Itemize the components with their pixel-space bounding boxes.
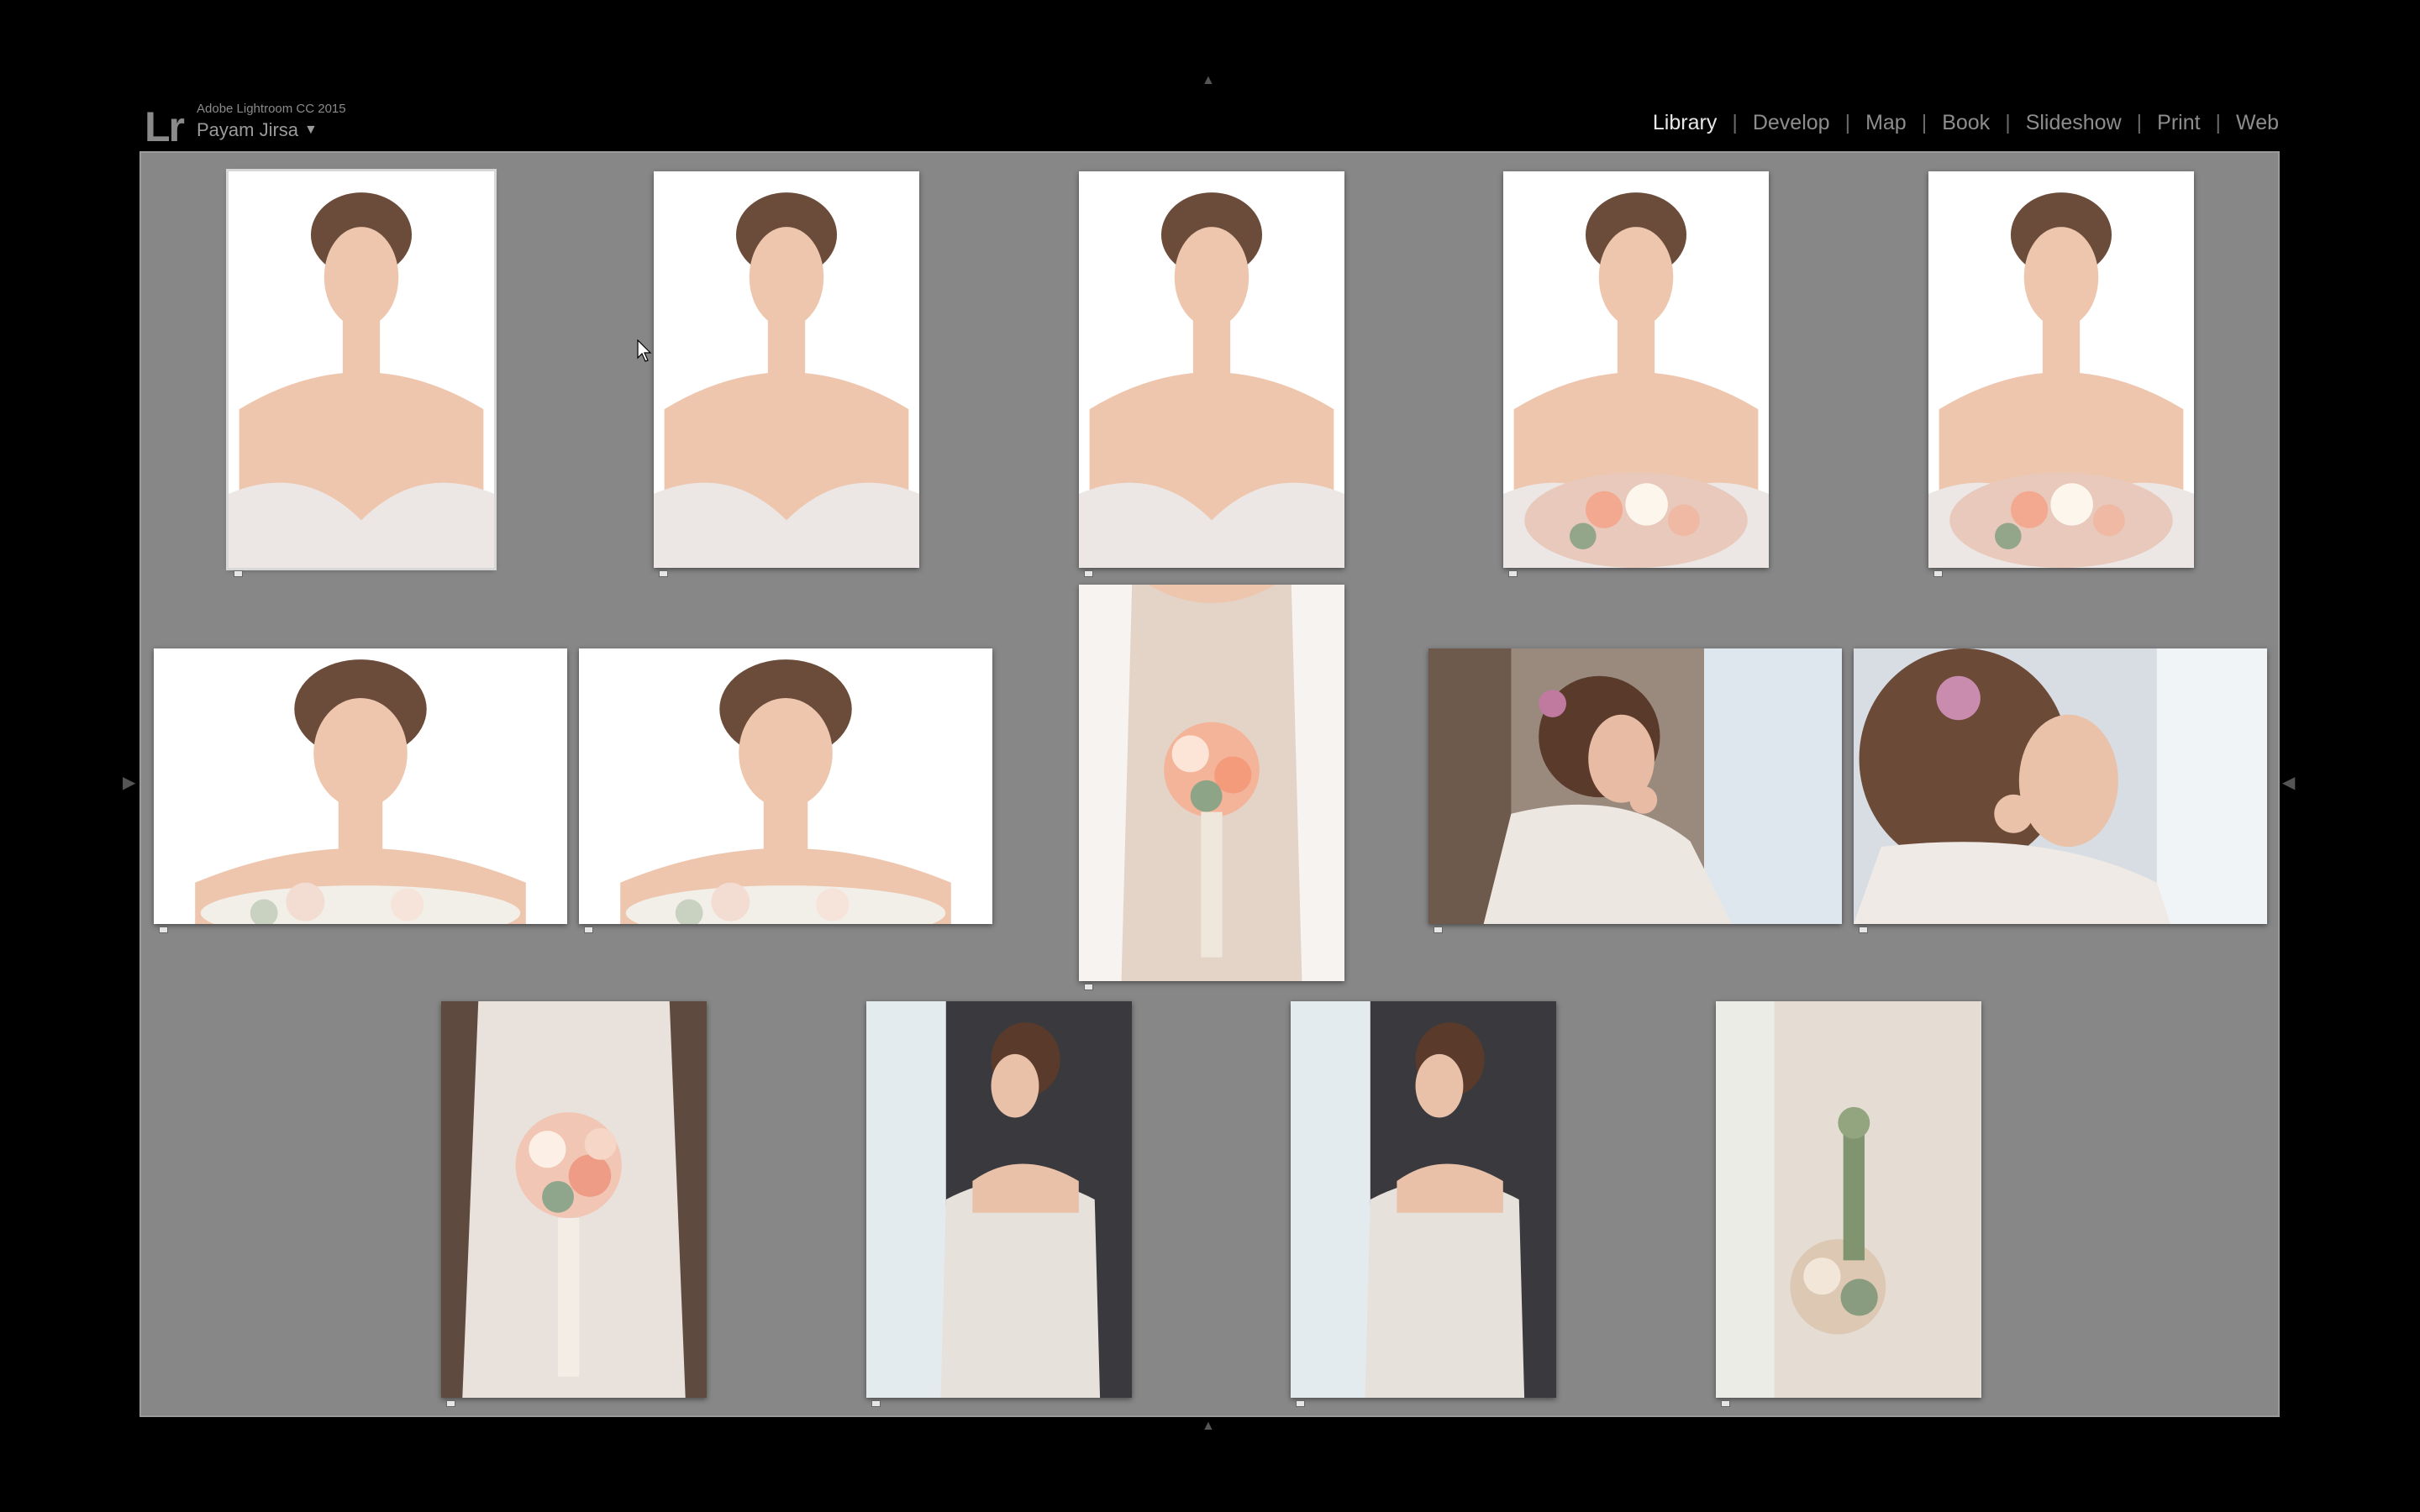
photo-thumbnail[interactable] [1716, 1001, 1981, 1398]
photo-thumbnail[interactable] [579, 648, 992, 924]
thumb-badge-icon [1084, 570, 1093, 577]
module-print[interactable]: Print [2157, 111, 2200, 135]
photo-thumbnail[interactable] [1079, 171, 1344, 568]
module-library[interactable]: Library [1653, 111, 1717, 135]
module-slideshow[interactable]: Slideshow [2026, 111, 2122, 135]
thumb-badge-icon [446, 1400, 455, 1407]
photo-thumbnail[interactable] [441, 1001, 707, 1398]
module-separator: | [1844, 111, 1851, 134]
module-separator: | [2215, 111, 2222, 134]
thumb-badge-icon [1508, 570, 1518, 577]
top-panel-toggle-icon[interactable]: ▲ [1202, 74, 1215, 87]
thumb-badge-icon [234, 570, 243, 577]
product-name: Adobe Lightroom CC 2015 [197, 102, 346, 116]
right-panel-toggle-icon[interactable]: ◀ [2282, 774, 2295, 791]
thumb-badge-icon [1721, 1400, 1730, 1407]
photo-thumbnail[interactable] [1854, 648, 2267, 924]
module-book[interactable]: Book [1942, 111, 1990, 135]
user-name[interactable]: Payam Jirsa [197, 119, 298, 141]
module-separator: | [1732, 111, 1738, 134]
photo-thumbnail[interactable] [154, 648, 567, 924]
thumb-badge-icon [1434, 927, 1443, 933]
photo-thumbnail[interactable] [1079, 585, 1344, 981]
thumb-badge-icon [871, 1400, 881, 1407]
photo-thumbnail[interactable] [1503, 171, 1769, 568]
photo-thumbnail[interactable] [226, 169, 497, 570]
thumb-badge-icon [159, 927, 168, 933]
thumb-badge-icon [1859, 927, 1868, 933]
photo-thumbnail[interactable] [1291, 1001, 1556, 1398]
arrow-pointer-icon [637, 339, 652, 362]
photo-thumbnail[interactable] [866, 1001, 1132, 1398]
user-menu-caret-icon[interactable]: ▼ [304, 123, 318, 138]
thumb-badge-icon [1296, 1400, 1305, 1407]
module-separator: | [2005, 111, 2011, 134]
thumb-badge-icon [1933, 570, 1943, 577]
module-separator: | [2136, 111, 2143, 134]
thumb-badge-icon [584, 927, 593, 933]
lightroom-logo: Lr [145, 103, 185, 150]
module-picker: Library | Develop | Map | Book | Slidesh… [1653, 111, 2279, 135]
photo-thumbnail[interactable] [1928, 171, 2194, 568]
photo-grid[interactable] [139, 151, 2280, 1417]
photo-thumbnail[interactable] [1428, 648, 1842, 924]
left-panel-toggle-icon[interactable]: ◀ [123, 774, 135, 792]
photo-thumbnail[interactable] [654, 171, 919, 568]
module-separator: | [1921, 111, 1928, 134]
module-map[interactable]: Map [1865, 111, 1907, 135]
bottom-panel-toggle-icon[interactable]: ▲ [1202, 1420, 1215, 1433]
thumb-badge-icon [659, 570, 668, 577]
thumb-badge-icon [1084, 984, 1093, 990]
module-develop[interactable]: Develop [1753, 111, 1830, 135]
module-web[interactable]: Web [2236, 111, 2279, 135]
